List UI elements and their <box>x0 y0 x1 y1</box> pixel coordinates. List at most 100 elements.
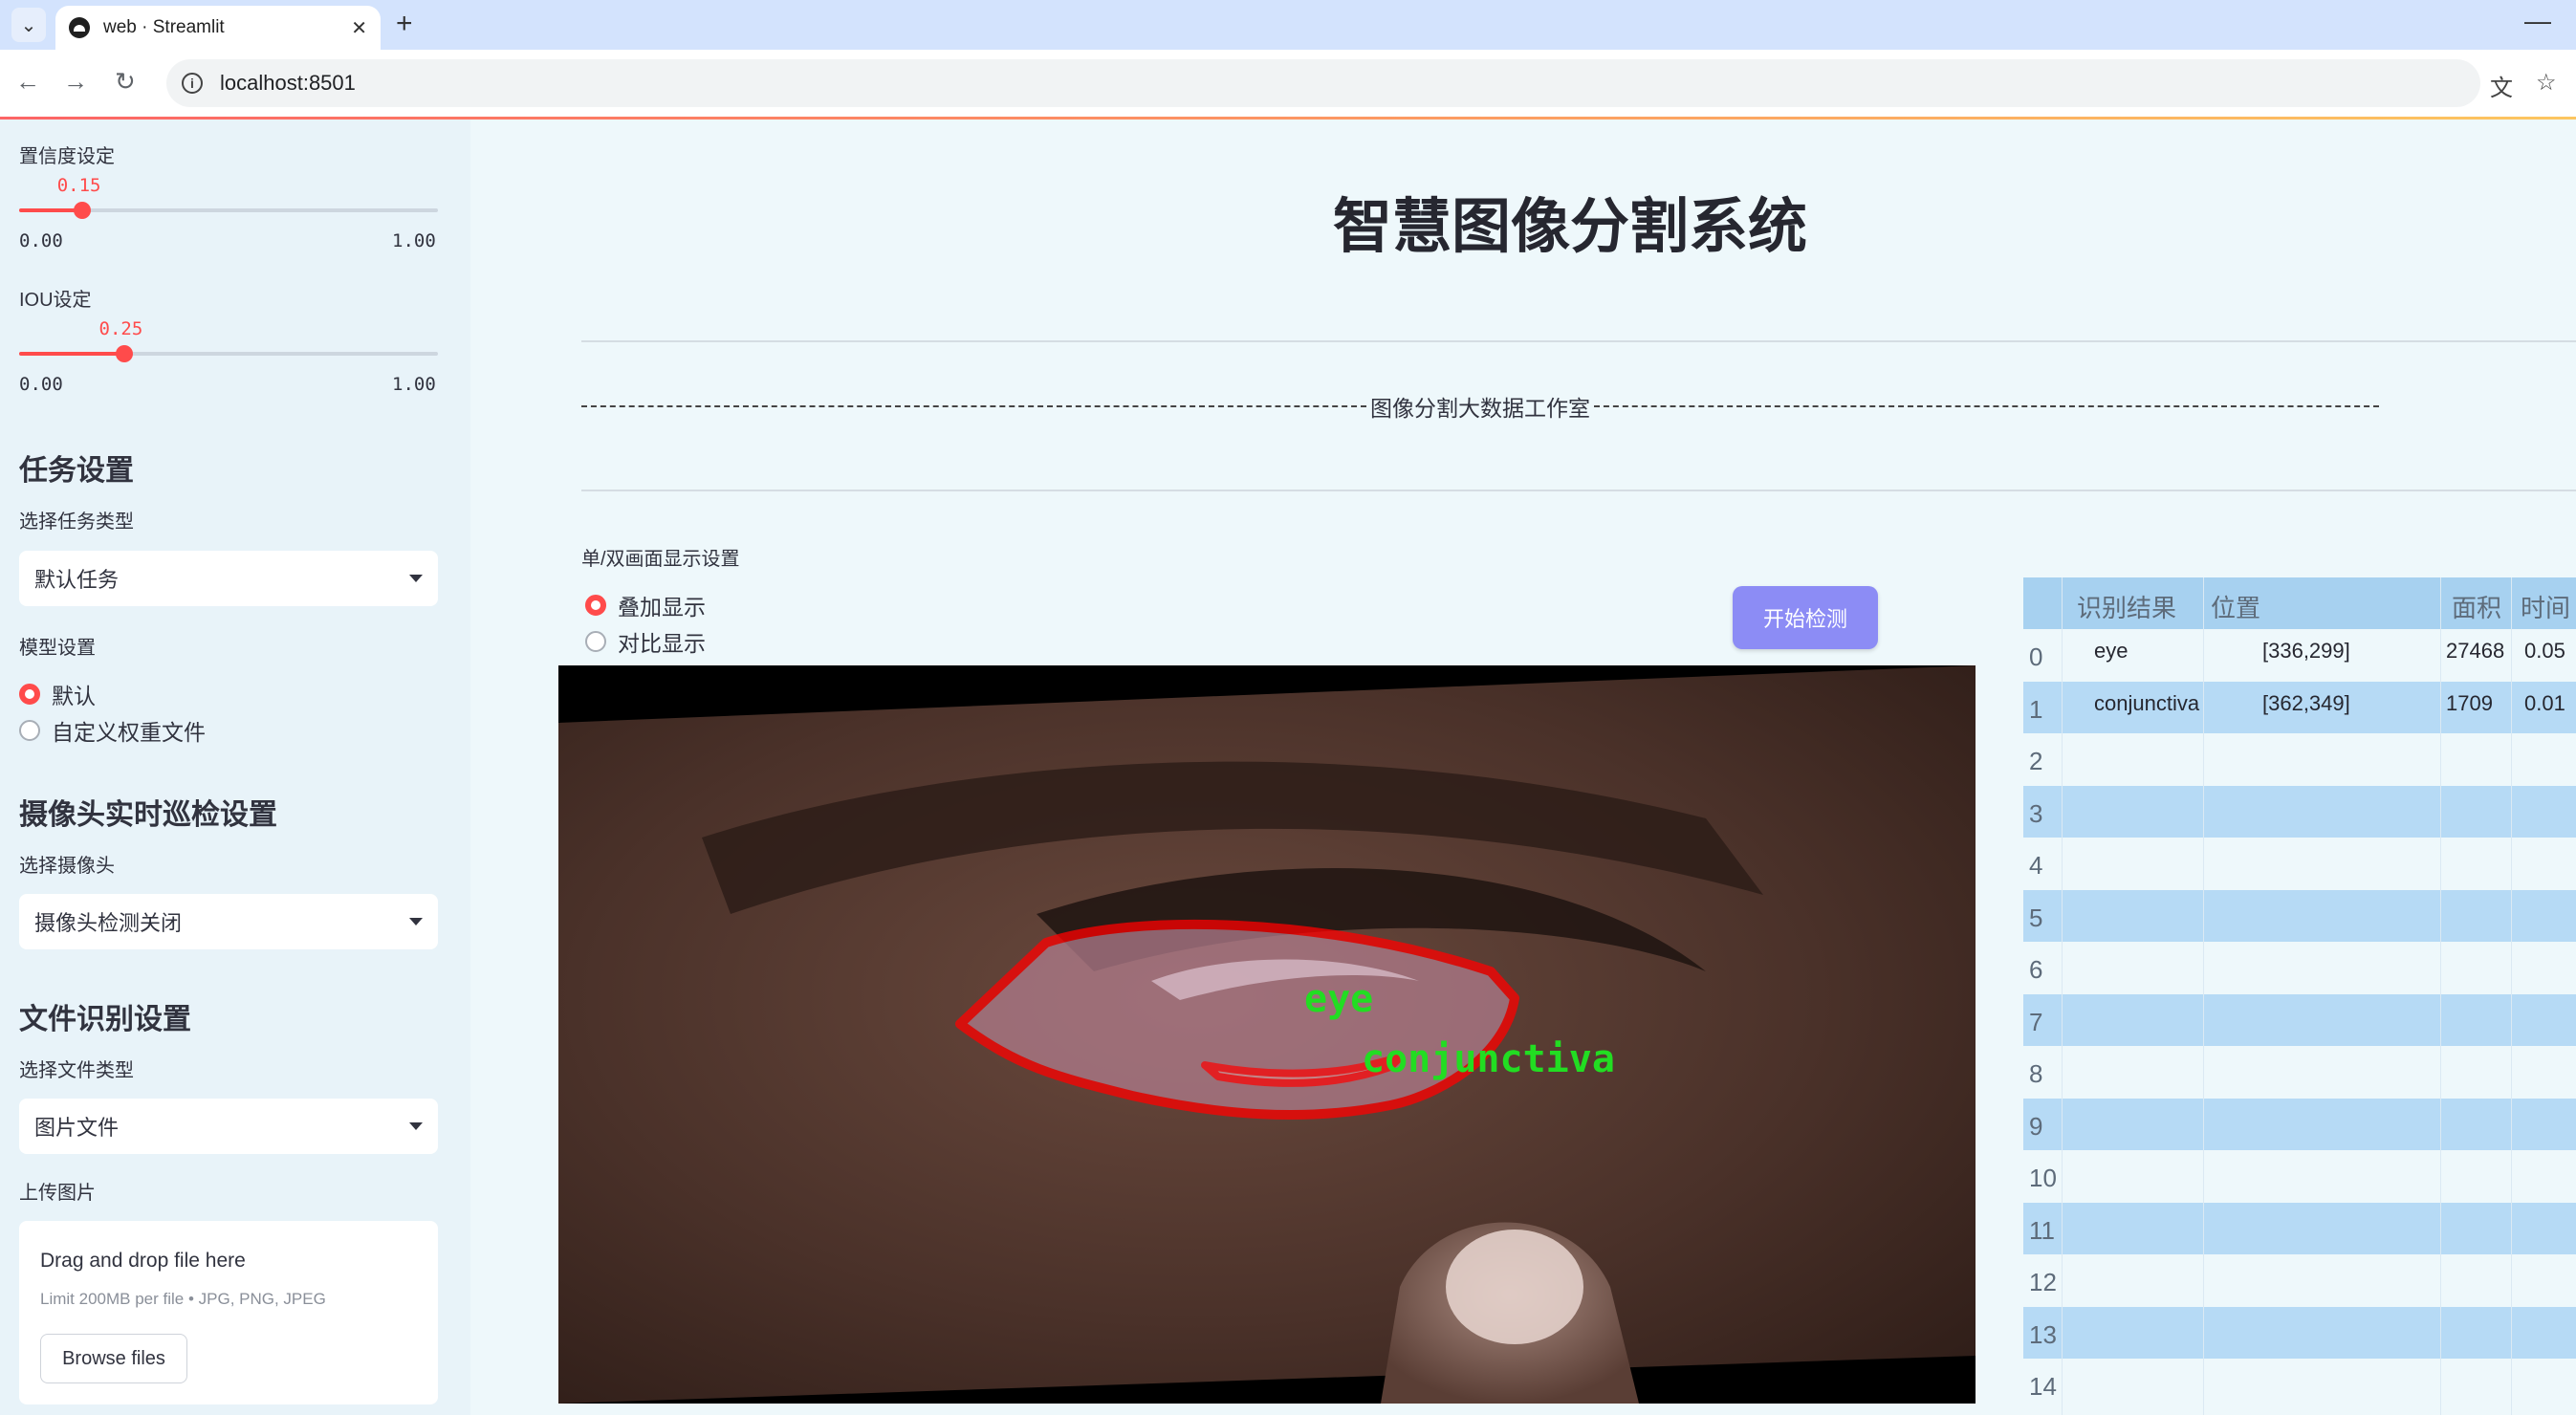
eye-photo-with-masks: eye conjunctiva <box>558 665 1976 1404</box>
site-info-icon[interactable]: i <box>182 73 203 94</box>
table-row[interactable]: 13 <box>2023 1306 2576 1359</box>
table-row[interactable]: 0 eye [336,299] 27468 0.05 <box>2023 629 2576 681</box>
studio-text: 图像分割大数据工作室 <box>1370 396 1590 421</box>
model-option-label: 自定义权重文件 <box>52 720 206 745</box>
row-index: 13 <box>2029 1319 2057 1349</box>
streamlit-favicon-icon <box>69 17 90 38</box>
results-table[interactable]: 识别结果 位置 面积 时间 0 eye [336,299] 27468 0.05 1 con… <box>2023 577 2576 1415</box>
chevron-down-icon <box>409 1122 423 1130</box>
display-option-compare[interactable]: 对比显示 <box>585 625 706 658</box>
row-index: 10 <box>2029 1164 2057 1192</box>
back-arrow-icon[interactable]: ← <box>15 67 40 97</box>
iou-label: IOU设定 <box>19 290 92 311</box>
reload-icon[interactable]: ↻ <box>115 67 136 97</box>
row-index: 11 <box>2029 1215 2055 1245</box>
display-option-overlay[interactable]: 叠加显示 <box>585 589 706 621</box>
radio-selected-icon[interactable] <box>19 684 40 705</box>
radio-selected-icon[interactable] <box>585 595 606 616</box>
browser-tab-bar: ⌄ web · Streamlit ✕ + — <box>0 0 2576 50</box>
address-bar: ← → ↻ i localhost:8501 文 ☆ <box>0 50 2576 117</box>
row-index: 12 <box>2029 1268 2057 1296</box>
confidence-slider[interactable] <box>19 202 438 219</box>
table-row[interactable]: 10 <box>2023 1150 2576 1202</box>
table-row[interactable]: 6 <box>2023 942 2576 993</box>
browse-files-button[interactable]: Browse files <box>40 1334 187 1383</box>
column-header-position: 位置 <box>2211 594 2261 622</box>
cell-area: 27468 <box>2446 639 2505 663</box>
row-index: 8 <box>2029 1059 2043 1088</box>
camera-select[interactable]: 摄像头检测关闭 <box>19 894 438 949</box>
table-row[interactable]: 4 <box>2023 838 2576 889</box>
row-index: 14 <box>2029 1372 2057 1401</box>
table-row[interactable]: 12 <box>2023 1254 2576 1306</box>
chevron-down-icon <box>409 575 423 582</box>
table-row[interactable]: 2 <box>2023 733 2576 785</box>
iou-slider-fill <box>19 352 124 356</box>
column-header-result: 识别结果 <box>2077 594 2177 622</box>
cell-result: eye <box>2094 639 2128 663</box>
bookmark-star-icon[interactable]: ☆ <box>2536 69 2557 97</box>
row-index: 5 <box>2029 903 2043 932</box>
divider <box>581 490 2576 491</box>
radio-unselected-icon[interactable] <box>19 720 40 741</box>
browser-tab[interactable]: web · Streamlit ✕ <box>55 6 381 50</box>
iou-slider-thumb[interactable] <box>115 345 133 362</box>
detection-result-image: eye conjunctiva <box>558 665 1976 1404</box>
confidence-value: 0.15 <box>56 175 101 196</box>
sidebar: 置信度设定 0.15 0.00 1.00 IOU设定 0.25 0.00 1.0… <box>0 120 470 1415</box>
iou-value: 0.25 <box>98 318 143 339</box>
upload-image-label: 上传图片 <box>19 1183 96 1204</box>
dropzone-limit-text: Limit 200MB per file • JPG, PNG, JPEG <box>40 1290 326 1308</box>
table-row[interactable]: 5 <box>2023 889 2576 942</box>
file-type-label: 选择文件类型 <box>19 1060 134 1081</box>
cell-result: conjunctiva <box>2094 690 2200 715</box>
start-detection-button[interactable]: 开始检测 <box>1733 586 1878 649</box>
table-row[interactable]: 8 <box>2023 1046 2576 1098</box>
camera-select-value: 摄像头检测关闭 <box>34 911 183 935</box>
model-option-default[interactable]: 默认 <box>19 678 96 710</box>
table-row[interactable]: 7 <box>2023 993 2576 1046</box>
window-minimize-icon[interactable]: — <box>2524 6 2551 36</box>
iou-slider[interactable] <box>19 345 438 362</box>
confidence-slider-thumb[interactable] <box>73 202 91 219</box>
column-divider <box>2203 577 2204 1415</box>
chevron-down-icon <box>409 918 423 925</box>
tab-search-chevron-icon[interactable]: ⌄ <box>11 8 46 42</box>
confidence-slider-fill <box>19 208 82 212</box>
dashed-rule <box>581 405 1366 407</box>
model-option-custom-weights[interactable]: 自定义权重文件 <box>19 714 206 747</box>
display-mode-label: 单/双画面显示设置 <box>581 549 740 570</box>
forward-arrow-icon[interactable]: → <box>63 67 88 97</box>
row-index: 2 <box>2029 747 2043 775</box>
task-type-label: 选择任务类型 <box>19 512 134 533</box>
tab-close-icon[interactable]: ✕ <box>351 16 367 40</box>
url-omnibox[interactable]: i localhost:8501 <box>166 59 2480 107</box>
url-text: localhost:8501 <box>220 71 356 95</box>
divider <box>581 340 2576 342</box>
column-header-area: 面积 <box>2452 594 2502 622</box>
file-settings-heading: 文件识别设置 <box>19 1004 191 1035</box>
table-row[interactable]: 1 conjunctiva [362,349] 1709 0.01 <box>2023 681 2576 733</box>
translate-icon[interactable]: 文 <box>2490 69 2513 102</box>
file-uploader-dropzone[interactable]: Drag and drop file here Limit 200MB per … <box>19 1221 438 1404</box>
task-type-select[interactable]: 默认任务 <box>19 551 438 606</box>
confidence-min: 0.00 <box>19 230 63 251</box>
row-index: 3 <box>2029 798 2043 828</box>
table-row[interactable]: 11 <box>2023 1202 2576 1254</box>
table-row[interactable]: 3 <box>2023 785 2576 838</box>
radio-unselected-icon[interactable] <box>585 631 606 652</box>
display-option-label: 对比显示 <box>618 631 706 656</box>
file-type-select[interactable]: 图片文件 <box>19 1099 438 1154</box>
row-index: 1 <box>2029 694 2043 724</box>
table-row[interactable]: 14 <box>2023 1359 2576 1410</box>
row-index: 0 <box>2029 642 2043 671</box>
display-option-label: 叠加显示 <box>618 595 706 620</box>
cell-time: 0.01 <box>2524 690 2565 715</box>
table-row[interactable]: 9 <box>2023 1098 2576 1150</box>
task-type-value: 默认任务 <box>34 568 120 592</box>
dashed-rule <box>1594 405 2379 407</box>
table-header: 识别结果 位置 面积 时间 <box>2023 577 2576 629</box>
new-tab-plus-icon[interactable]: + <box>396 8 413 40</box>
row-index: 7 <box>2029 1007 2043 1036</box>
camera-settings-heading: 摄像头实时巡检设置 <box>19 799 277 831</box>
